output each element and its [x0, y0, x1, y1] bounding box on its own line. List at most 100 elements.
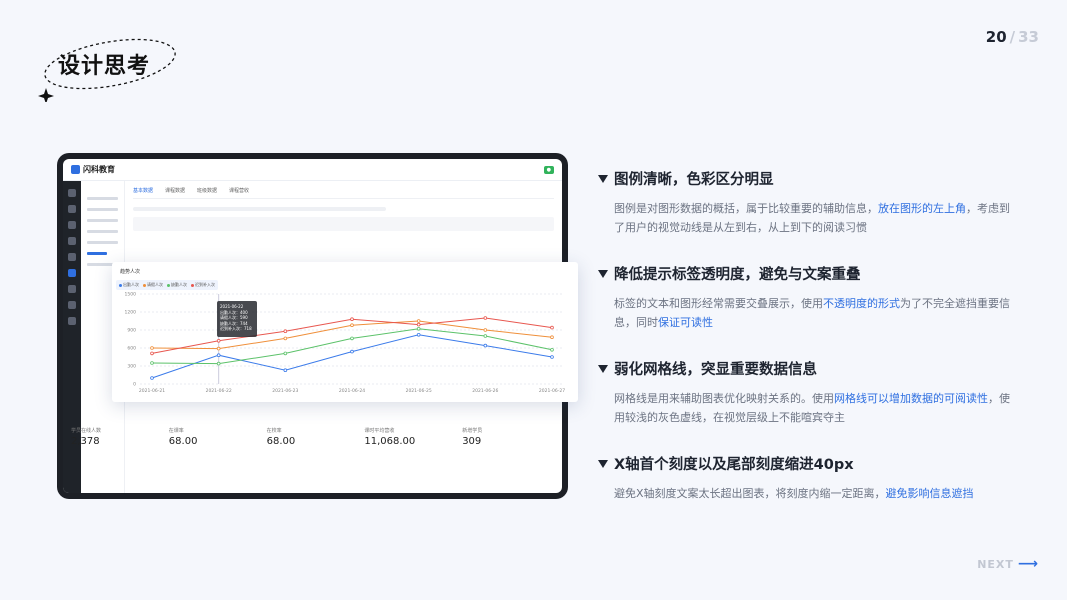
mock-nav-icon-active: [68, 269, 76, 277]
mock-filter-row: [133, 207, 386, 211]
data-point: [483, 328, 488, 332]
data-point: [283, 368, 288, 372]
data-point: [350, 336, 354, 341]
mock-status-badge: ●: [543, 165, 554, 174]
triangle-bullet-icon: [598, 364, 608, 373]
mock-nav-icon: [68, 253, 76, 261]
mock-nav-icon: [68, 221, 76, 229]
mock-stat: 课时平均营收 11,068.00: [364, 428, 416, 447]
point-body: 图例是对图形数据的概括，属于比较重要的辅助信息，放在图形的左上角，考虑到了用户的…: [614, 202, 1010, 234]
design-point: 降低提示标签透明度，避免与文案重叠 标签的文本和图形经常需要交叠展示，使用不透明…: [598, 263, 1018, 332]
data-point: [216, 353, 221, 357]
mock-nav-icon: [68, 301, 76, 309]
floating-chart-card: 趋势人次 出勤人次 请假人次 缺勤人次 迟到补入次 0 300 600 900 1200…: [112, 262, 578, 402]
x-tick-label: 2021-06-21: [139, 388, 165, 394]
mock-tab: 课程数据: [165, 188, 186, 194]
y-tick-label: 1500: [125, 292, 137, 298]
mock-submenu-item: [87, 230, 118, 233]
point-body: 网格线是用来辅助图表优化映射关系的。使用网格线可以增加数据的可阅读性，使用较浅的…: [614, 392, 1010, 424]
mock-nav-icon: [68, 285, 76, 293]
mock-nav-icon: [68, 189, 76, 197]
mock-tab: 课程营收: [229, 188, 250, 194]
logo-icon: [71, 165, 80, 174]
x-tick-label: 2021-06-25: [406, 388, 432, 394]
highlight-text: 网格线可以增加数据的可阅读性: [834, 392, 988, 405]
mock-nav-icon: [68, 205, 76, 213]
mock-tabs: 基本数据 课程数据 班级数据 课程营收: [133, 187, 554, 199]
page-indicator: 20/33: [986, 28, 1039, 46]
page-current: 20: [985, 28, 1007, 46]
data-point: [150, 361, 154, 365]
arrow-right-icon: ⟶: [1017, 556, 1039, 572]
mock-tab: 班级数据: [197, 188, 218, 194]
data-point: [483, 343, 488, 348]
data-point: [350, 317, 354, 321]
design-point: 图例清晰，色彩区分明显 图例是对图形数据的概括，属于比较重要的辅助信息，放在图形…: [598, 168, 1018, 237]
data-point: [216, 339, 221, 343]
y-tick-label: 1200: [125, 310, 137, 316]
design-point: 弱化网格线，突显重要数据信息 网格线是用来辅助图表优化映射关系的。使用网格线可以…: [598, 358, 1018, 427]
highlight-text: 保证可读性: [658, 316, 713, 329]
data-point: [550, 335, 554, 339]
mock-submenu-item: [87, 241, 118, 244]
mock-logo-text: 闪科教育: [83, 165, 115, 174]
chart-tooltip: 2021-06-22 出勤人次：400 请假人次：590 缺勤人次：744 迟到…: [217, 301, 257, 337]
x-tick-label: 2021-06-22: [206, 388, 232, 394]
mock-filter-box: [133, 217, 554, 231]
data-point: [483, 316, 488, 320]
point-body: 标签的文本和图形经常需要交叠展示，使用不透明度的形式为了不完全遮挡重要信息，同时…: [614, 297, 1010, 329]
x-tick-label: 2021-06-27: [539, 388, 565, 394]
design-point: X轴首个刻度以及尾部刻度缩进40px 避免X轴刻度文案太长超出图表，将刻度内缩一…: [598, 453, 1018, 503]
title-badge: 设计思考: [30, 32, 180, 102]
data-point: [483, 334, 488, 338]
mock-nav-icon: [68, 317, 76, 325]
triangle-bullet-icon: [598, 174, 608, 183]
mock-submenu-item: [87, 197, 118, 200]
page-title: 设计思考: [58, 54, 151, 79]
data-point: [416, 333, 421, 337]
data-point: [350, 349, 354, 354]
mock-logo: 闪科教育: [71, 164, 115, 175]
sparkle-icon: [38, 88, 54, 102]
next-button[interactable]: NEXT ⟶: [977, 556, 1039, 572]
design-points: 图例清晰，色彩区分明显 图例是对图形数据的概括，属于比较重要的辅助信息，放在图形…: [598, 168, 1018, 529]
mock-stat-row: 学员在线人数 2,378 在课率 68.00 在校率 68.00 课时平均营收 11,0…: [71, 427, 554, 447]
y-tick-label: 600: [127, 346, 136, 352]
data-point: [283, 329, 288, 333]
mock-topbar: 闪科教育 ●: [63, 159, 562, 181]
data-point: [150, 346, 154, 350]
mock-submenu-item-active: [87, 252, 107, 255]
series-line: [151, 328, 553, 365]
data-point: [416, 322, 421, 327]
data-point: [416, 319, 421, 323]
x-tick-label: 2021-06-26: [472, 388, 498, 394]
mock-submenu-item: [87, 219, 118, 222]
page-separator: /: [1009, 28, 1016, 46]
data-point: [550, 355, 554, 359]
point-heading: 降低提示标签透明度，避免与文案重叠: [614, 267, 861, 283]
point-heading: 弱化网格线，突显重要数据信息: [614, 362, 817, 378]
page-total: 33: [1018, 28, 1039, 46]
mock-nav-icon: [68, 237, 76, 245]
y-tick-label: 900: [127, 328, 136, 334]
triangle-bullet-icon: [598, 459, 608, 468]
data-point: [216, 346, 221, 351]
highlight-text: 不透明度的形式: [823, 297, 900, 310]
y-tick-label: 300: [127, 364, 136, 370]
series-line: [151, 334, 553, 379]
mock-stat: 在校率 68.00: [266, 428, 296, 447]
data-point: [283, 336, 288, 341]
y-tick-label: 0: [133, 382, 136, 388]
point-heading: X轴首个刻度以及尾部刻度缩进40px: [614, 457, 854, 473]
mock-stat: 在课率 68.00: [168, 428, 198, 447]
data-point: [350, 323, 354, 327]
x-tick-label: 2021-06-23: [272, 388, 298, 394]
mock-stat: 学员在线人数 2,378: [71, 428, 102, 447]
data-point: [150, 351, 154, 356]
mock-tab: 基本数据: [133, 188, 154, 194]
mock-stat: 新增学员 309: [462, 428, 483, 447]
next-label: NEXT: [977, 557, 1014, 571]
highlight-text: 放在图形的左上角: [878, 202, 966, 215]
data-point: [416, 327, 421, 331]
x-tick-label: 2021-06-24: [339, 388, 365, 394]
